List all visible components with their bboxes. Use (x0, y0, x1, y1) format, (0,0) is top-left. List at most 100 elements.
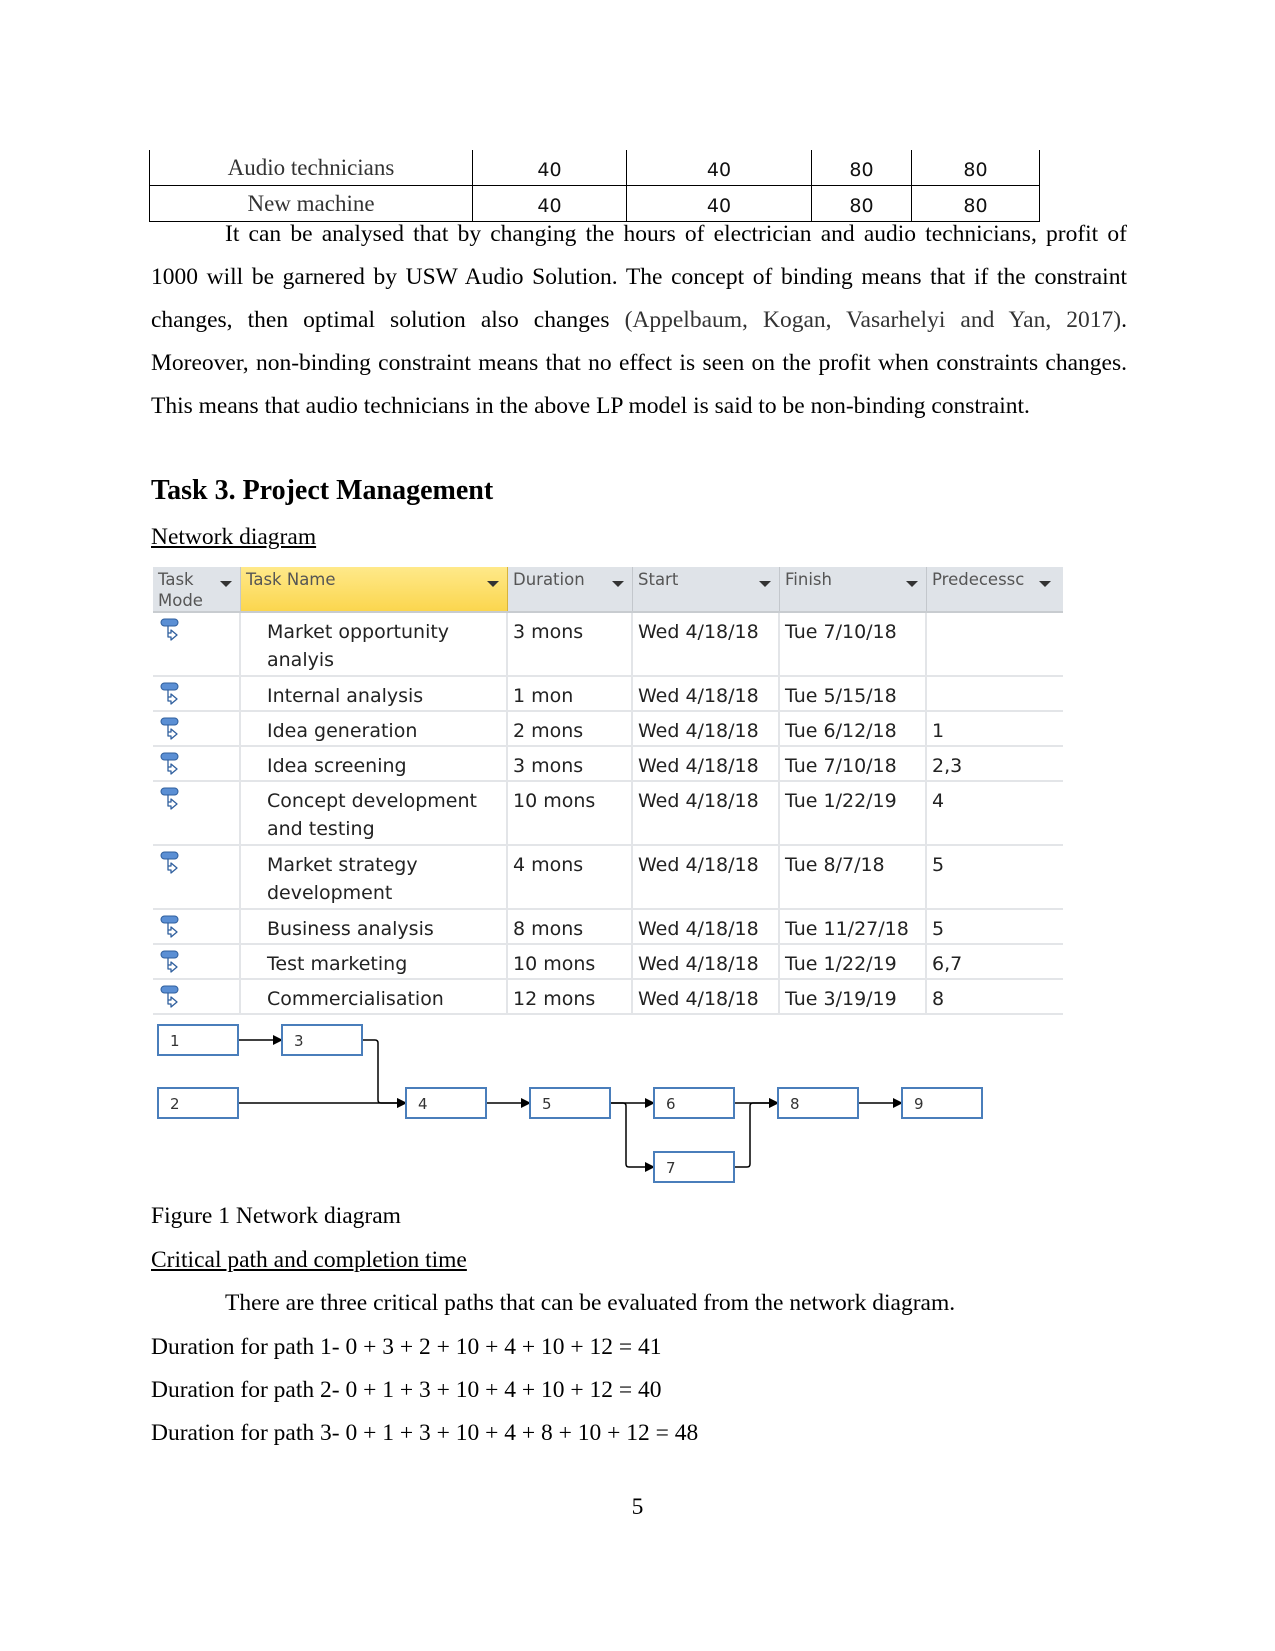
dropdown-arrow-icon[interactable] (220, 581, 232, 587)
dropdown-arrow-icon[interactable] (906, 581, 918, 587)
column-header-task-mode[interactable]: Task Mode (153, 567, 241, 611)
table-body: Market opportunity analyis 3 mons Wed 4/… (153, 613, 1063, 1015)
edge-3-to-4 (362, 1039, 407, 1108)
figure-caption: Figure 1 Network diagram (151, 1203, 401, 1229)
path-duration-line: Duration for path 2- 0 + 1 + 3 + 10 + 4 … (151, 1377, 662, 1403)
page-number: 5 (631, 1494, 644, 1520)
table-row[interactable]: Idea screening 3 mons Wed 4/18/18 Tue 7/… (153, 747, 1063, 782)
auto-scheduled-task-icon (160, 682, 179, 705)
start-cell: Wed 4/18/18 (633, 712, 780, 745)
header-label: Start (638, 570, 679, 589)
auto-scheduled-task-icon (160, 851, 179, 874)
auto-scheduled-task-icon (160, 985, 179, 1008)
dropdown-arrow-icon[interactable] (1039, 581, 1051, 587)
node-label: 4 (418, 1095, 428, 1113)
header-label: Finish (785, 570, 832, 589)
node-label: 5 (542, 1095, 552, 1113)
path-duration-line: Duration for path 1- 0 + 3 + 2 + 10 + 4 … (151, 1334, 662, 1360)
edge-5-to-7 (610, 1102, 655, 1172)
auto-scheduled-task-icon (160, 752, 179, 775)
header-label: Mode (158, 591, 203, 610)
dropdown-arrow-icon[interactable] (612, 581, 624, 587)
section-heading: Task 3. Project Management (151, 475, 494, 506)
finish-cell: Tue 7/10/18 (780, 747, 927, 780)
task-mode-cell (153, 613, 241, 675)
task-name: Market opportunity (267, 621, 450, 643)
diagram-node-3: 3 (281, 1024, 363, 1056)
table-row[interactable]: Commercialisation 12 mons Wed 4/18/18 Tu… (153, 980, 1063, 1015)
auto-scheduled-task-icon (160, 950, 179, 973)
task-mode-cell (153, 677, 241, 710)
node-label: 3 (294, 1032, 304, 1050)
table-row[interactable]: Test marketing 10 mons Wed 4/18/18 Tue 1… (153, 945, 1063, 980)
task-name-cell: Internal analysis (241, 677, 508, 710)
table-header: Task Mode Task Name Duration Start Finis… (153, 567, 1063, 613)
column-header-predecessors[interactable]: Predecessc (927, 567, 1063, 611)
edge-7-to-8 (734, 1098, 779, 1168)
column-header-duration[interactable]: Duration (508, 567, 633, 611)
task-name-cell: Test marketing (241, 945, 508, 978)
predecessors-cell: 4 (932, 790, 945, 812)
start-cell: Wed 4/18/18 (633, 677, 780, 710)
predecessors-cell: 6,7 (932, 953, 963, 975)
citation: (Appelbaum, Kogan, Vasarhelyi and Yan, 2… (624, 307, 1122, 333)
task-name: Commercialisation (267, 988, 444, 1010)
diagram-node-2: 2 (157, 1087, 239, 1119)
table-cell: 40 (626, 150, 812, 186)
project-task-table: Task Mode Task Name Duration Start Finis… (153, 567, 1063, 1015)
duration-cell: 3 mons (508, 613, 633, 675)
table-cell: 80 (811, 150, 912, 186)
task-name-cell: Market strategy development (241, 846, 508, 908)
finish-cell: Tue 3/19/19 (780, 980, 927, 1013)
finish-cell: Tue 1/22/19 (780, 945, 927, 978)
table-row[interactable]: Internal analysis 1 mon Wed 4/18/18 Tue … (153, 677, 1063, 712)
table-row[interactable]: Concept development and testing 10 mons … (153, 782, 1063, 846)
node-label: 1 (170, 1032, 180, 1050)
diagram-node-8: 8 (777, 1087, 859, 1119)
auto-scheduled-task-icon (160, 915, 179, 938)
network-diagram: 1 2 3 4 5 6 7 8 9 (157, 1024, 983, 1183)
finish-cell: Tue 11/27/18 (780, 910, 927, 943)
dropdown-arrow-icon[interactable] (759, 581, 771, 587)
table-row[interactable]: Market opportunity analyis 3 mons Wed 4/… (153, 613, 1063, 677)
auto-scheduled-task-icon (160, 717, 179, 740)
path-duration-line: Duration for path 3- 0 + 1 + 3 + 10 + 4 … (151, 1420, 699, 1446)
task-name-cell: Market opportunity analyis (241, 613, 508, 675)
table-row[interactable]: Idea generation 2 mons Wed 4/18/18 Tue 6… (153, 712, 1063, 747)
task-name: Idea screening (267, 755, 407, 777)
task-mode-cell (153, 846, 241, 908)
start-cell: Wed 4/18/18 (633, 910, 780, 943)
task-name-continued: and testing (267, 818, 375, 840)
task-name: Internal analysis (267, 685, 424, 707)
task-name: Market strategy (267, 854, 418, 876)
table-cell: 80 (911, 150, 1040, 186)
dropdown-arrow-icon[interactable] (487, 581, 499, 587)
task-name: Idea generation (267, 720, 418, 742)
network-subheading: Network diagram (151, 524, 317, 550)
column-header-start[interactable]: Start (633, 567, 780, 611)
table-row[interactable]: Business analysis 8 mons Wed 4/18/18 Tue… (153, 910, 1063, 945)
start-cell: Wed 4/18/18 (633, 782, 780, 844)
diagram-node-5: 5 (529, 1087, 611, 1119)
start-cell: Wed 4/18/18 (633, 945, 780, 978)
predecessors-cell (927, 613, 1063, 675)
duration-cell: 4 mons (508, 846, 633, 908)
diagram-node-7: 7 (653, 1151, 735, 1183)
diagram-node-9: 9 (901, 1087, 983, 1119)
auto-scheduled-task-icon (160, 618, 179, 641)
task-name: Concept development (267, 790, 477, 812)
task-name-continued: development (267, 882, 393, 904)
diagram-node-1: 1 (157, 1024, 239, 1056)
table-row[interactable]: Market strategy development 4 mons Wed 4… (153, 846, 1063, 910)
finish-cell: Tue 8/7/18 (780, 846, 927, 908)
task-mode-cell (153, 712, 241, 745)
duration-cell: 10 mons (508, 782, 633, 844)
task-mode-cell (153, 945, 241, 978)
column-header-task-name[interactable]: Task Name (241, 567, 508, 611)
column-header-finish[interactable]: Finish (780, 567, 927, 611)
table-row: Audio technicians 40 40 80 80 (149, 150, 1040, 186)
task-name-continued: analyis (267, 649, 335, 671)
critical-path-intro: There are three critical paths that can … (225, 1290, 956, 1316)
task-mode-cell (153, 980, 241, 1013)
predecessors-cell (927, 677, 1063, 710)
